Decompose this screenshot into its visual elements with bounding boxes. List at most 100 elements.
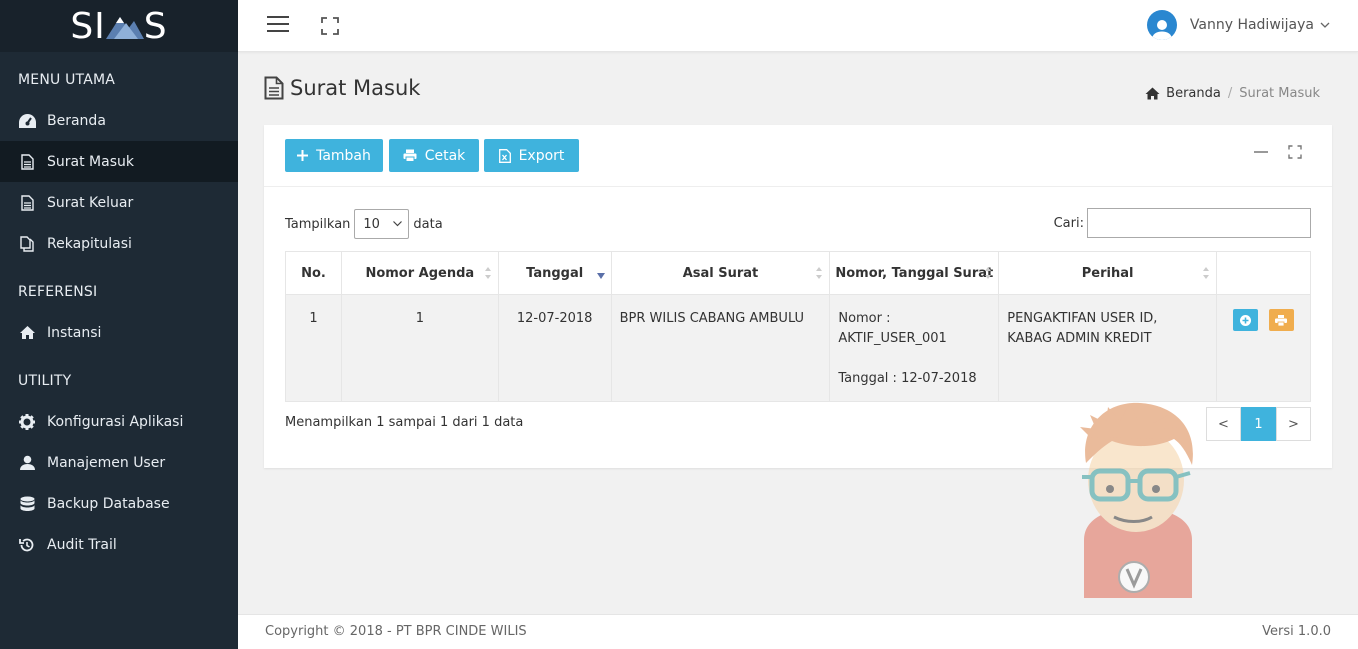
sidebar-item-rekapitulasi[interactable]: Rekapitulasi (0, 223, 238, 264)
document-icon (18, 153, 36, 171)
user-icon (18, 454, 36, 472)
plus-circle-icon (1240, 314, 1252, 326)
fullscreen-icon[interactable] (321, 17, 339, 35)
pagination: < 1 > (1206, 407, 1311, 441)
search-label: Cari: (1053, 215, 1084, 231)
sidebar-item-label: Audit Trail (47, 536, 117, 553)
cell-asal-surat: BPR WILIS CABANG AMBULU (610, 294, 831, 402)
sidebar-item-label: Konfigurasi Aplikasi (47, 413, 184, 430)
minimize-icon[interactable] (1252, 143, 1270, 161)
logo-text-left: SI (70, 5, 106, 47)
footer-copyright: Copyright © 2018 - PT BPR CINDE WILIS (265, 624, 527, 639)
col-header-nomor-tanggal-surat[interactable]: Nomor, Tanggal Surat (829, 251, 1000, 295)
topbar: Vanny Hadiwijaya (238, 0, 1358, 52)
sidebar-item-konfigurasi[interactable]: Konfigurasi Aplikasi (0, 401, 238, 442)
table-info: Menampilkan 1 sampai 1 dari 1 data (285, 415, 524, 430)
sidebar-item-label: Surat Masuk (47, 153, 134, 170)
print-icon (403, 149, 417, 162)
sidebar-item-surat-masuk[interactable]: Surat Masuk (0, 141, 238, 182)
page-title: Surat Masuk (290, 76, 421, 100)
copy-icon (18, 235, 36, 253)
sidebar-item-label: Backup Database (47, 495, 170, 512)
box-tools (1236, 143, 1304, 161)
sidebar-item-surat-keluar[interactable]: Surat Keluar (0, 182, 238, 223)
table-header-row: No. Nomor Agenda Tanggal Asal Surat Nomo… (285, 251, 1311, 295)
surat-masuk-table: No. Nomor Agenda Tanggal Asal Surat Nomo… (285, 251, 1311, 402)
cell-nomor-tanggal-surat: Nomor : AKTIF_USER_001 Tanggal : 12-07-2… (829, 294, 1000, 402)
table-controls: Tampilkan 10 data Cari: (285, 207, 1311, 239)
sidebar-item-label: Instansi (47, 324, 102, 341)
col-header-actions (1216, 251, 1311, 295)
col-header-asal-surat[interactable]: Asal Surat (610, 251, 831, 295)
pagination-next[interactable]: > (1276, 407, 1311, 441)
sidebar: SI S MENU UTAMA Beranda Surat Masuk Sura… (0, 0, 238, 649)
pagination-prev[interactable]: < (1206, 407, 1241, 441)
pagination-page[interactable]: 1 (1241, 407, 1276, 441)
section-menu-utama: MENU UTAMA (18, 72, 116, 88)
plus-icon (297, 150, 309, 161)
logo-mountain-icon (105, 17, 144, 39)
section-utility: UTILITY (18, 373, 72, 389)
sort-icon (816, 267, 823, 279)
page-length: Tampilkan 10 data (285, 209, 443, 239)
sidebar-item-instansi[interactable]: Instansi (0, 312, 238, 353)
breadcrumb-home-link[interactable]: Beranda (1166, 86, 1221, 101)
export-button-label: Export (518, 147, 565, 164)
menu-toggle-icon[interactable] (267, 16, 289, 34)
logo-text-right: S (143, 5, 168, 47)
add-button[interactable]: Tambah (285, 139, 383, 172)
dashboard-icon (18, 112, 36, 130)
sidebar-item-manajemen-user[interactable]: Manajemen User (0, 442, 238, 483)
section-referensi: REFERENSI (18, 284, 98, 300)
cell-nomor-agenda: 1 (340, 294, 499, 402)
brand[interactable]: SI S (0, 0, 238, 52)
cell-tanggal: 12-07-2018 (497, 294, 612, 402)
print-icon (1275, 314, 1288, 326)
database-icon (18, 495, 36, 513)
app-logo: SI S (70, 6, 167, 47)
footer-version: Versi 1.0.0 (1262, 624, 1331, 639)
print-button-label: Cetak (424, 147, 466, 164)
tanggal-surat: Tanggal : 12-07-2018 (838, 371, 977, 386)
user-menu[interactable]: Vanny Hadiwijaya (1146, 10, 1330, 40)
print-button[interactable]: Cetak (389, 139, 479, 172)
col-header-nomor-agenda[interactable]: Nomor Agenda (340, 251, 499, 295)
content-header: Surat Masuk (264, 76, 420, 100)
perihal-line: KABAG ADMIN KREDIT (1007, 331, 1152, 346)
col-header-perihal[interactable]: Perihal (998, 251, 1218, 295)
show-label: Tampilkan (285, 216, 351, 232)
search-input[interactable] (1087, 208, 1311, 238)
excel-file-icon (498, 148, 511, 163)
sidebar-item-beranda[interactable]: Beranda (0, 100, 238, 141)
print-row-button[interactable] (1268, 309, 1294, 331)
sort-icon (1203, 267, 1210, 279)
chevron-down-icon (393, 221, 403, 227)
sort-icon (484, 267, 491, 279)
page-size-select[interactable]: 10 (354, 209, 410, 239)
home-icon (18, 324, 36, 342)
sidebar-item-label: Beranda (47, 112, 106, 129)
breadcrumb-current: Surat Masuk (1239, 86, 1320, 101)
sort-desc-icon (596, 273, 605, 279)
cell-no: 1 (285, 294, 342, 402)
col-header-tanggal[interactable]: Tanggal (497, 251, 612, 295)
home-icon (1145, 87, 1160, 100)
sidebar-item-label: Rekapitulasi (47, 235, 132, 252)
detail-button[interactable] (1233, 309, 1259, 331)
box-header: Tambah Cetak Export (264, 125, 1332, 187)
col-header-no[interactable]: No. (285, 251, 342, 295)
nomor-value: AKTIF_USER_001 (838, 331, 947, 346)
chevron-down-icon (1320, 22, 1330, 28)
sort-icon (985, 267, 992, 279)
breadcrumb: Beranda / Surat Masuk (1145, 86, 1320, 101)
expand-icon[interactable] (1286, 143, 1304, 161)
nomor-label: Nomor : (838, 311, 891, 326)
breadcrumb-separator: / (1227, 86, 1233, 101)
mascot-illustration (1080, 402, 1193, 598)
sidebar-item-audit-trail[interactable]: Audit Trail (0, 524, 238, 565)
sidebar-item-backup-database[interactable]: Backup Database (0, 483, 238, 524)
page-size-value: 10 (363, 216, 380, 232)
sidebar-item-label: Manajemen User (47, 454, 166, 471)
export-button[interactable]: Export (484, 139, 579, 172)
avatar (1146, 10, 1177, 40)
